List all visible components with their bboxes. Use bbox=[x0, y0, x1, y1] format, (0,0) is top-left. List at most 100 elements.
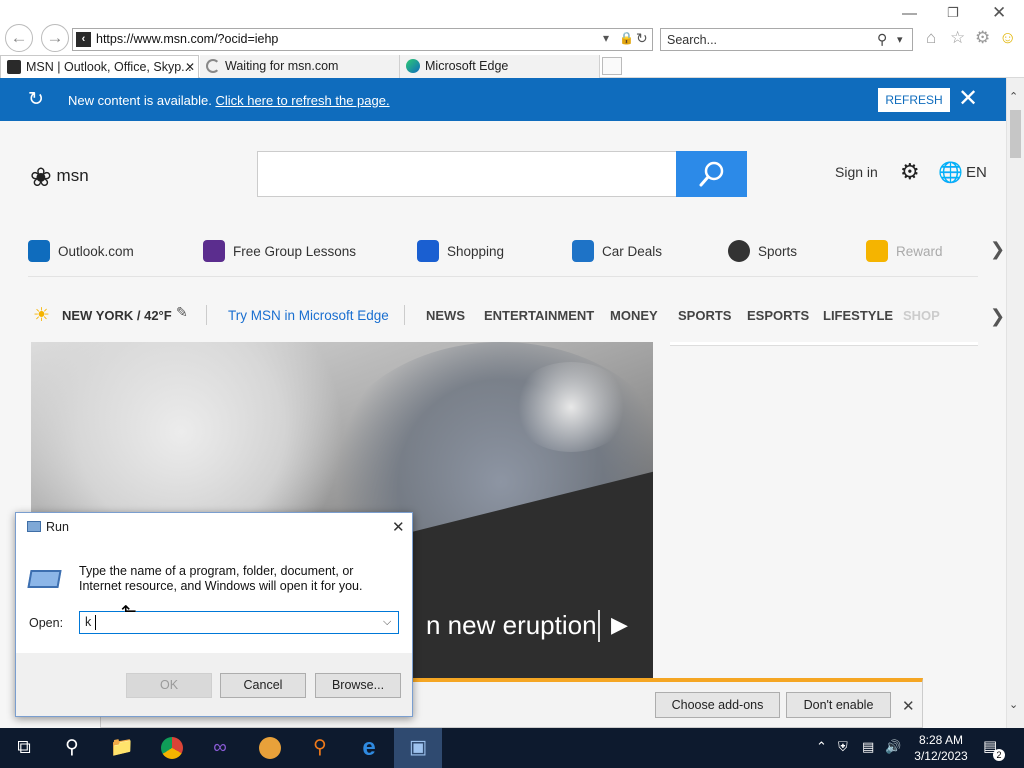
chevron-right-icon[interactable]: ❯ bbox=[990, 239, 1005, 260]
hero-caption[interactable]: n new eruption bbox=[426, 610, 597, 641]
try-edge-link[interactable]: Try MSN in Microsoft Edge bbox=[228, 308, 389, 323]
chevron-down-icon[interactable]: ⌵ bbox=[383, 616, 391, 629]
new-tab-button[interactable] bbox=[602, 57, 622, 75]
weather-location[interactable]: NEW YORK / 42°F bbox=[62, 308, 172, 323]
outlook-icon bbox=[28, 240, 50, 262]
quicklink-lessons[interactable]: Free Group Lessons bbox=[203, 240, 356, 262]
search-taskbar-button[interactable]: ⚲ bbox=[48, 728, 96, 768]
lock-icon[interactable]: 🔒 bbox=[619, 31, 634, 45]
close-icon[interactable]: ✕ bbox=[958, 84, 978, 113]
msn-logo[interactable]: ❀ msn bbox=[30, 162, 89, 193]
quicklink-label: Rewards bbox=[896, 244, 942, 259]
magnifier-icon: ⚲ bbox=[313, 737, 327, 758]
scrollbar-thumb[interactable] bbox=[1010, 110, 1021, 158]
edge-icon bbox=[406, 59, 420, 73]
pencil-icon[interactable]: ✎ bbox=[176, 304, 188, 321]
back-button[interactable]: ← bbox=[5, 24, 33, 52]
graduation-cap-icon bbox=[203, 240, 225, 262]
run-taskbar-button[interactable]: ▣ bbox=[394, 728, 442, 768]
divider bbox=[206, 305, 207, 325]
loading-icon bbox=[206, 59, 220, 73]
run-titlebar[interactable]: Run ✕ bbox=[16, 513, 412, 541]
settings-icon[interactable]: ⚙ bbox=[900, 159, 920, 185]
network-icon[interactable]: ▤ bbox=[862, 739, 874, 755]
gear-icon[interactable]: ⚙ bbox=[975, 28, 990, 48]
quicklink-car-deals[interactable]: Car Deals bbox=[572, 240, 662, 262]
star-icon[interactable]: ☆ bbox=[950, 28, 965, 48]
search-button[interactable] bbox=[676, 151, 747, 197]
search-tool-button[interactable]: ⚲ bbox=[296, 728, 344, 768]
home-icon[interactable]: ⌂ bbox=[926, 28, 936, 48]
close-icon[interactable]: ✕ bbox=[392, 518, 405, 536]
volume-icon[interactable]: 🔊 bbox=[885, 739, 901, 755]
nav-shop[interactable]: SHOP bbox=[903, 308, 940, 323]
scroll-up-icon[interactable]: ⌃ bbox=[1009, 90, 1018, 103]
tab-msn[interactable]: MSN | Outlook, Office, Skyp... ✕ bbox=[0, 55, 199, 78]
scroll-down-icon[interactable]: ⌄ bbox=[1009, 698, 1018, 711]
chrome-button[interactable] bbox=[148, 728, 196, 768]
msn-butterfly-icon: ❀ bbox=[30, 162, 52, 192]
text-caret bbox=[95, 615, 96, 630]
nav-sports[interactable]: SPORTS bbox=[678, 308, 731, 323]
smoke-cloud bbox=[511, 362, 631, 452]
refresh-link[interactable]: Click here to refresh the page. bbox=[215, 93, 389, 108]
clock[interactable]: 8:28 AM 3/12/2023 bbox=[906, 732, 976, 764]
search-box[interactable]: Search... ⚲ ▾ bbox=[660, 28, 913, 51]
run-icon bbox=[27, 521, 41, 532]
close-icon[interactable]: ✕ bbox=[992, 3, 1006, 23]
language-selector[interactable]: EN bbox=[966, 164, 987, 181]
shopping-cart-icon bbox=[417, 240, 439, 262]
nav-money[interactable]: MONEY bbox=[610, 308, 658, 323]
divider bbox=[28, 276, 978, 277]
smiley-icon[interactable]: ☺ bbox=[999, 28, 1016, 48]
chevron-up-icon[interactable]: ⌃ bbox=[816, 739, 827, 755]
browse-button[interactable]: Browse... bbox=[315, 673, 401, 698]
nav-esports[interactable]: ESPORTS bbox=[747, 308, 809, 323]
minimize-icon[interactable]: — bbox=[902, 5, 917, 22]
globe-icon[interactable]: 🌐 bbox=[938, 160, 963, 185]
browser-button[interactable] bbox=[246, 728, 294, 768]
chevron-right-icon[interactable]: ❯ bbox=[990, 306, 1005, 327]
quicklink-outlook[interactable]: Outlook.com bbox=[28, 240, 134, 262]
quicklink-label: Outlook.com bbox=[58, 244, 134, 259]
notification-bar: ↻ New content is available. Click here t… bbox=[0, 78, 1006, 121]
search-dropdown-icon[interactable]: ▾ bbox=[897, 33, 903, 46]
open-input-value: k bbox=[85, 615, 92, 629]
internet-explorer-button[interactable]: e bbox=[345, 728, 393, 768]
dont-enable-button[interactable]: Don't enable bbox=[786, 692, 891, 718]
nav-news[interactable]: NEWS bbox=[426, 308, 465, 323]
tab-label: MSN | Outlook, Office, Skyp... bbox=[26, 60, 192, 74]
tab-edge[interactable]: Microsoft Edge bbox=[400, 55, 600, 78]
refresh-button[interactable]: REFRESH bbox=[878, 88, 950, 112]
nav-entertainment[interactable]: ENTERTAINMENT bbox=[484, 308, 594, 323]
play-icon[interactable]: ▶ bbox=[611, 612, 628, 638]
cancel-button[interactable]: Cancel bbox=[220, 673, 306, 698]
run-body bbox=[16, 541, 412, 653]
forward-button[interactable]: → bbox=[41, 24, 69, 52]
restore-icon[interactable]: ❐ bbox=[947, 5, 959, 21]
quicklink-shopping[interactable]: Shopping bbox=[417, 240, 504, 262]
search-icon[interactable]: ⚲ bbox=[877, 31, 887, 48]
run-description: Type the name of a program, folder, docu… bbox=[79, 564, 363, 593]
nav-lifestyle[interactable]: LIFESTYLE bbox=[823, 308, 893, 323]
dropdown-icon[interactable]: ▾ bbox=[603, 31, 609, 45]
divider bbox=[404, 305, 405, 325]
vertical-scrollbar[interactable] bbox=[1006, 78, 1024, 728]
choose-addons-button[interactable]: Choose add-ons bbox=[655, 692, 780, 718]
open-label: Open: bbox=[29, 616, 64, 630]
tab-close-icon[interactable]: ✕ bbox=[185, 56, 195, 78]
start-button[interactable]: ⧉ bbox=[0, 728, 48, 768]
tab-waiting[interactable]: Waiting for msn.com bbox=[200, 55, 400, 78]
refresh-icon[interactable]: ↻ bbox=[636, 30, 648, 47]
quicklink-sports[interactable]: Sports bbox=[728, 240, 797, 262]
shield-icon[interactable]: ⛨ bbox=[838, 739, 848, 755]
quicklink-rewards[interactable]: Rewards bbox=[866, 240, 942, 262]
signin-link[interactable]: Sign in bbox=[835, 164, 878, 180]
close-icon[interactable]: ✕ bbox=[902, 697, 915, 715]
search-input[interactable] bbox=[257, 151, 677, 197]
ok-button[interactable]: OK bbox=[126, 673, 212, 698]
search-icon bbox=[699, 161, 723, 187]
visual-studio-button[interactable]: ∞ bbox=[196, 728, 244, 768]
file-explorer-button[interactable]: 📁 bbox=[98, 728, 146, 768]
address-bar[interactable]: ‹ https://www.msn.com/?ocid=iehp ▾ 🔒 ↻ bbox=[72, 28, 653, 51]
